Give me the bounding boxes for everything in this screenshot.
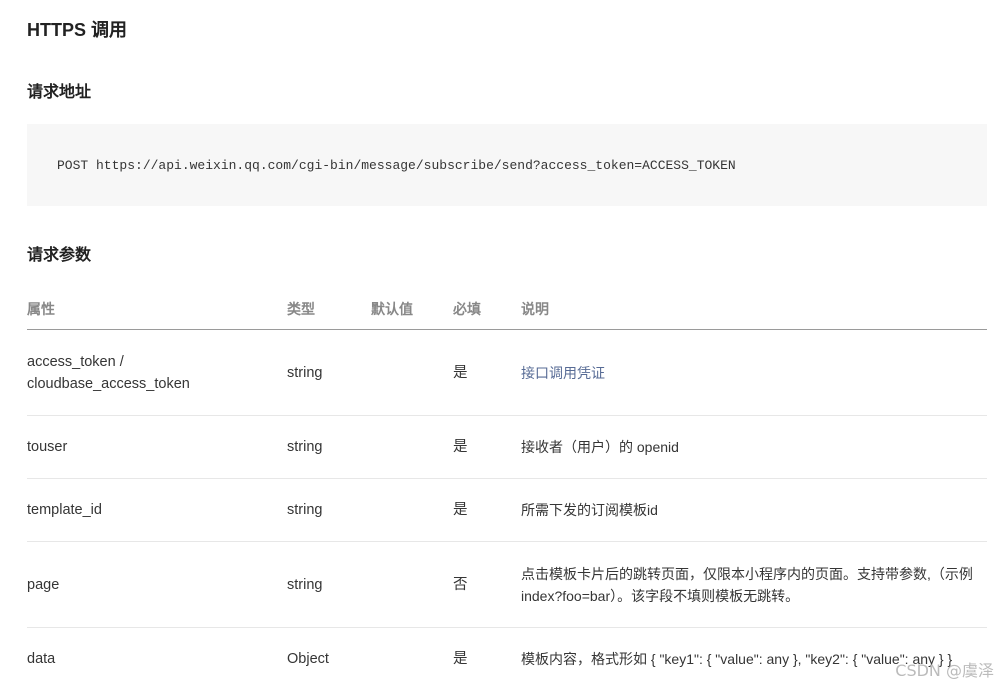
param-name: page [27, 576, 60, 593]
table-header: 属性 类型 默认值 必填 说明 [27, 288, 987, 330]
csdn-watermark: CSDN @虞泽 [895, 661, 994, 680]
code-block: POST https://api.weixin.qq.com/cgi-bin/m… [27, 124, 987, 206]
description-line: 点击模板卡片后的跳转页面，仅限本小程序内的页面。支持带参数,（示例 [521, 565, 973, 582]
header-attribute: 属性 [27, 301, 55, 317]
param-name: access_token / cloudbase_access_token [27, 351, 277, 395]
access-token-link[interactable]: 接口调用凭证 [521, 365, 605, 381]
header-default: 默认值 [371, 301, 413, 317]
table-row: access_token / cloudbase_access_token st… [27, 330, 987, 416]
header-type: 类型 [287, 301, 315, 317]
table-row: page string 否 点击模板卡片后的跳转页面，仅限本小程序内的页面。支持… [27, 542, 987, 628]
param-type: string [287, 576, 323, 593]
header-required: 必填 [453, 301, 481, 317]
param-description: 所需下发的订阅模板id [521, 502, 658, 518]
param-required: 否 [453, 576, 468, 593]
request-params-heading: 请求参数 [27, 247, 92, 264]
param-name-line: cloudbase_access_token [27, 375, 190, 392]
param-required: 是 [453, 651, 468, 667]
param-name-line: access_token / [27, 353, 124, 370]
table-row: template_id string 是 所需下发的订阅模板id [27, 479, 987, 542]
params-table: 属性 类型 默认值 必填 说明 access_token / cloudbase… [27, 288, 987, 689]
doc-page: HTTPS 调用 请求地址 POST https://api.weixin.qq… [0, 0, 1008, 689]
description-line: index?foo=bar）。该字段不填则模板无跳转。 [521, 587, 800, 604]
table-row: touser string 是 接收者（用户）的 openid [27, 416, 987, 479]
param-name: data [27, 651, 56, 667]
param-description: 点击模板卡片后的跳转页面，仅限本小程序内的页面。支持带参数,（示例 index?… [521, 563, 981, 607]
param-required: 是 [453, 502, 468, 518]
param-required: 是 [453, 364, 468, 381]
page-title: HTTPS 调用 [27, 20, 128, 40]
param-name: touser [27, 439, 68, 455]
table-row: data Object 是 模板内容，格式形如 { "key1": { "val… [27, 628, 987, 689]
param-description-cell: 接口调用凭证 [521, 362, 981, 384]
request-url-code: POST https://api.weixin.qq.com/cgi-bin/m… [57, 157, 736, 173]
param-type: string [287, 502, 323, 518]
param-description: 接收者（用户）的 openid [521, 439, 679, 455]
param-name: template_id [27, 502, 102, 518]
request-address-heading: 请求地址 [27, 84, 92, 101]
header-description: 说明 [521, 301, 549, 317]
param-required: 是 [453, 439, 468, 455]
param-type: string [287, 364, 323, 381]
param-type: string [287, 439, 323, 455]
param-type: Object [287, 651, 329, 667]
